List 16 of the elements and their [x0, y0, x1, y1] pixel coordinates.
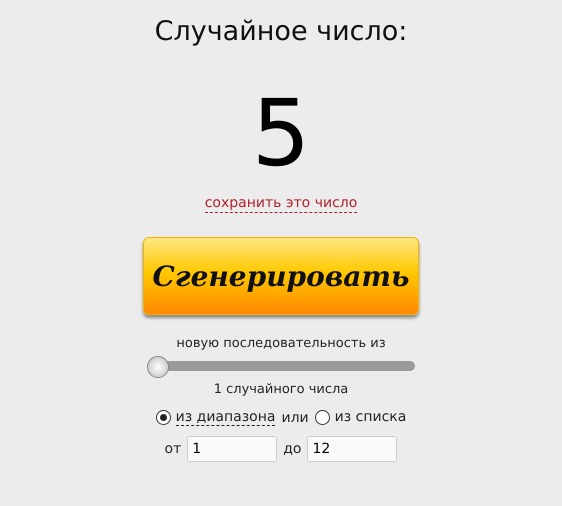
count-label: 1 случайного числа — [214, 381, 348, 399]
generate-button[interactable]: Сгенерировать — [143, 237, 419, 315]
save-link[interactable]: сохранить это число — [204, 194, 358, 213]
slider-thumb[interactable] — [147, 356, 169, 378]
radio-button[interactable] — [156, 410, 171, 425]
range-label: до — [283, 441, 302, 457]
range-input[interactable]: 1 — [187, 436, 278, 462]
sequence-label: новую последовательность из — [176, 335, 386, 353]
range-label: от — [164, 441, 182, 457]
joiner-text: или — [281, 410, 309, 426]
random-number: 5 — [252, 84, 310, 184]
option-label[interactable]: из диапазона — [176, 409, 276, 426]
option-label[interactable]: из списка — [334, 409, 406, 426]
radio-button[interactable] — [314, 410, 330, 425]
page-title: Случайное число: — [154, 15, 408, 49]
range-input[interactable]: 12 — [307, 436, 398, 462]
